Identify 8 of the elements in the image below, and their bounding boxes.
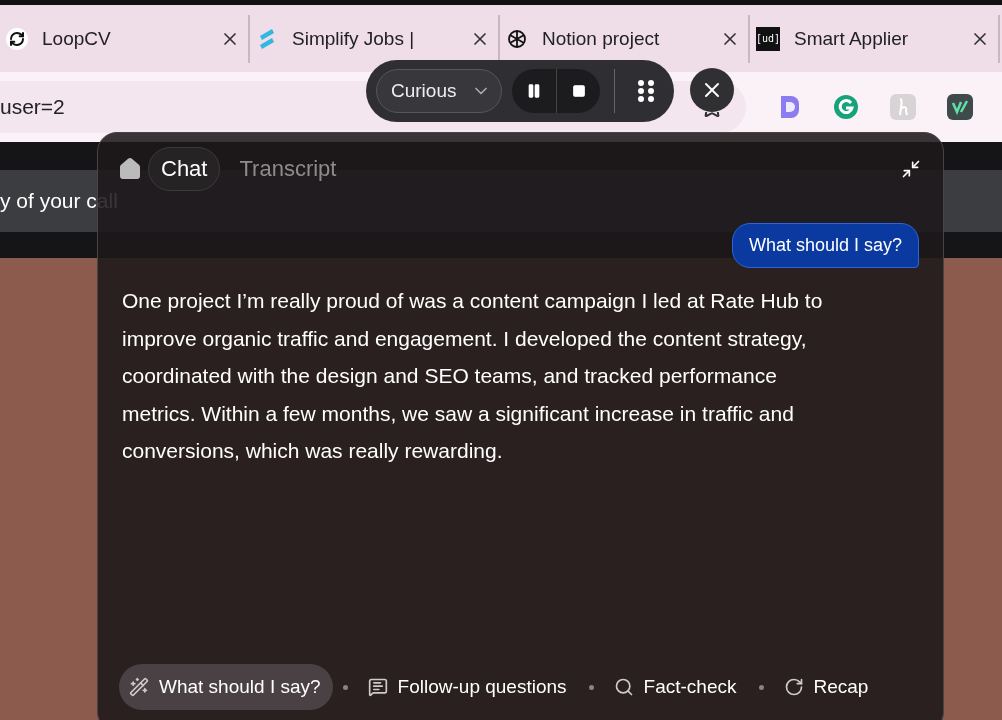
tab-title: Simplify Jobs | xyxy=(292,27,416,50)
tab-title: Notion project xyxy=(542,27,661,50)
url-text: user=2 xyxy=(0,95,66,119)
tab-title: Smart Applier xyxy=(794,27,910,50)
question-bubble: What should I say? xyxy=(731,223,919,268)
answer-text: One project I’m really proud of was a content campaign I led at Rate Hub to improve organic traffic and engagement. I developed the content strategy, coordinated with the design and SEO teams, and tracked performance metrics. Within a few months, we saw a significant increase in traffic and conversions, which was really rewarding. xyxy=(122,288,824,464)
tab-title: LoopCV xyxy=(42,27,112,50)
logo-icon: [ud] xyxy=(756,26,780,51)
